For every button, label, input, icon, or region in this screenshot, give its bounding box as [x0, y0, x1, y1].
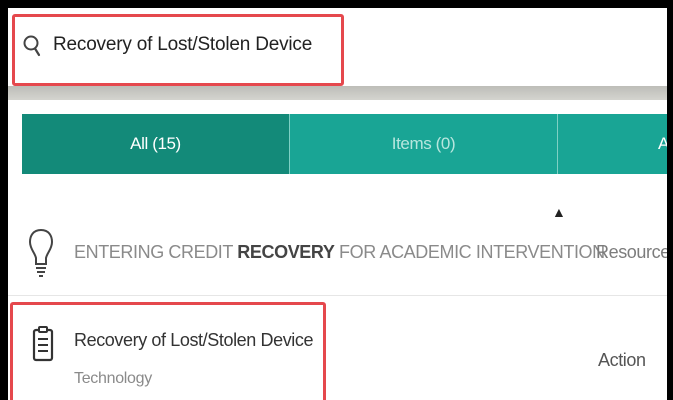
search-highlight-box	[12, 14, 344, 86]
tab-items[interactable]: Items (0)	[290, 114, 558, 174]
tab-actions[interactable]: A	[558, 114, 667, 174]
lightbulb-icon	[28, 228, 54, 277]
result-type: Action	[598, 350, 646, 370]
tab-all[interactable]: All (15)	[22, 114, 290, 174]
search-bar[interactable]: Recovery of Lost/Stolen Device	[8, 8, 667, 86]
result-row[interactable]: Recovery of Lost/Stolen Device Technolog…	[8, 298, 667, 400]
search-match-highlight: RECOVERY	[237, 242, 335, 262]
search-divider	[8, 86, 667, 100]
result-type: Resource	[596, 242, 670, 262]
result-row[interactable]: ENTERING CREDIT RECOVERY FOR ACADEMIC IN…	[8, 204, 670, 296]
result-title[interactable]: ENTERING CREDIT RECOVERY FOR ACADEMIC IN…	[74, 242, 605, 263]
result-tabs: All (15) Items (0) A	[22, 114, 667, 174]
result-highlight-box	[10, 302, 326, 400]
app-window: Recovery of Lost/Stolen Device All (15) …	[0, 0, 673, 400]
